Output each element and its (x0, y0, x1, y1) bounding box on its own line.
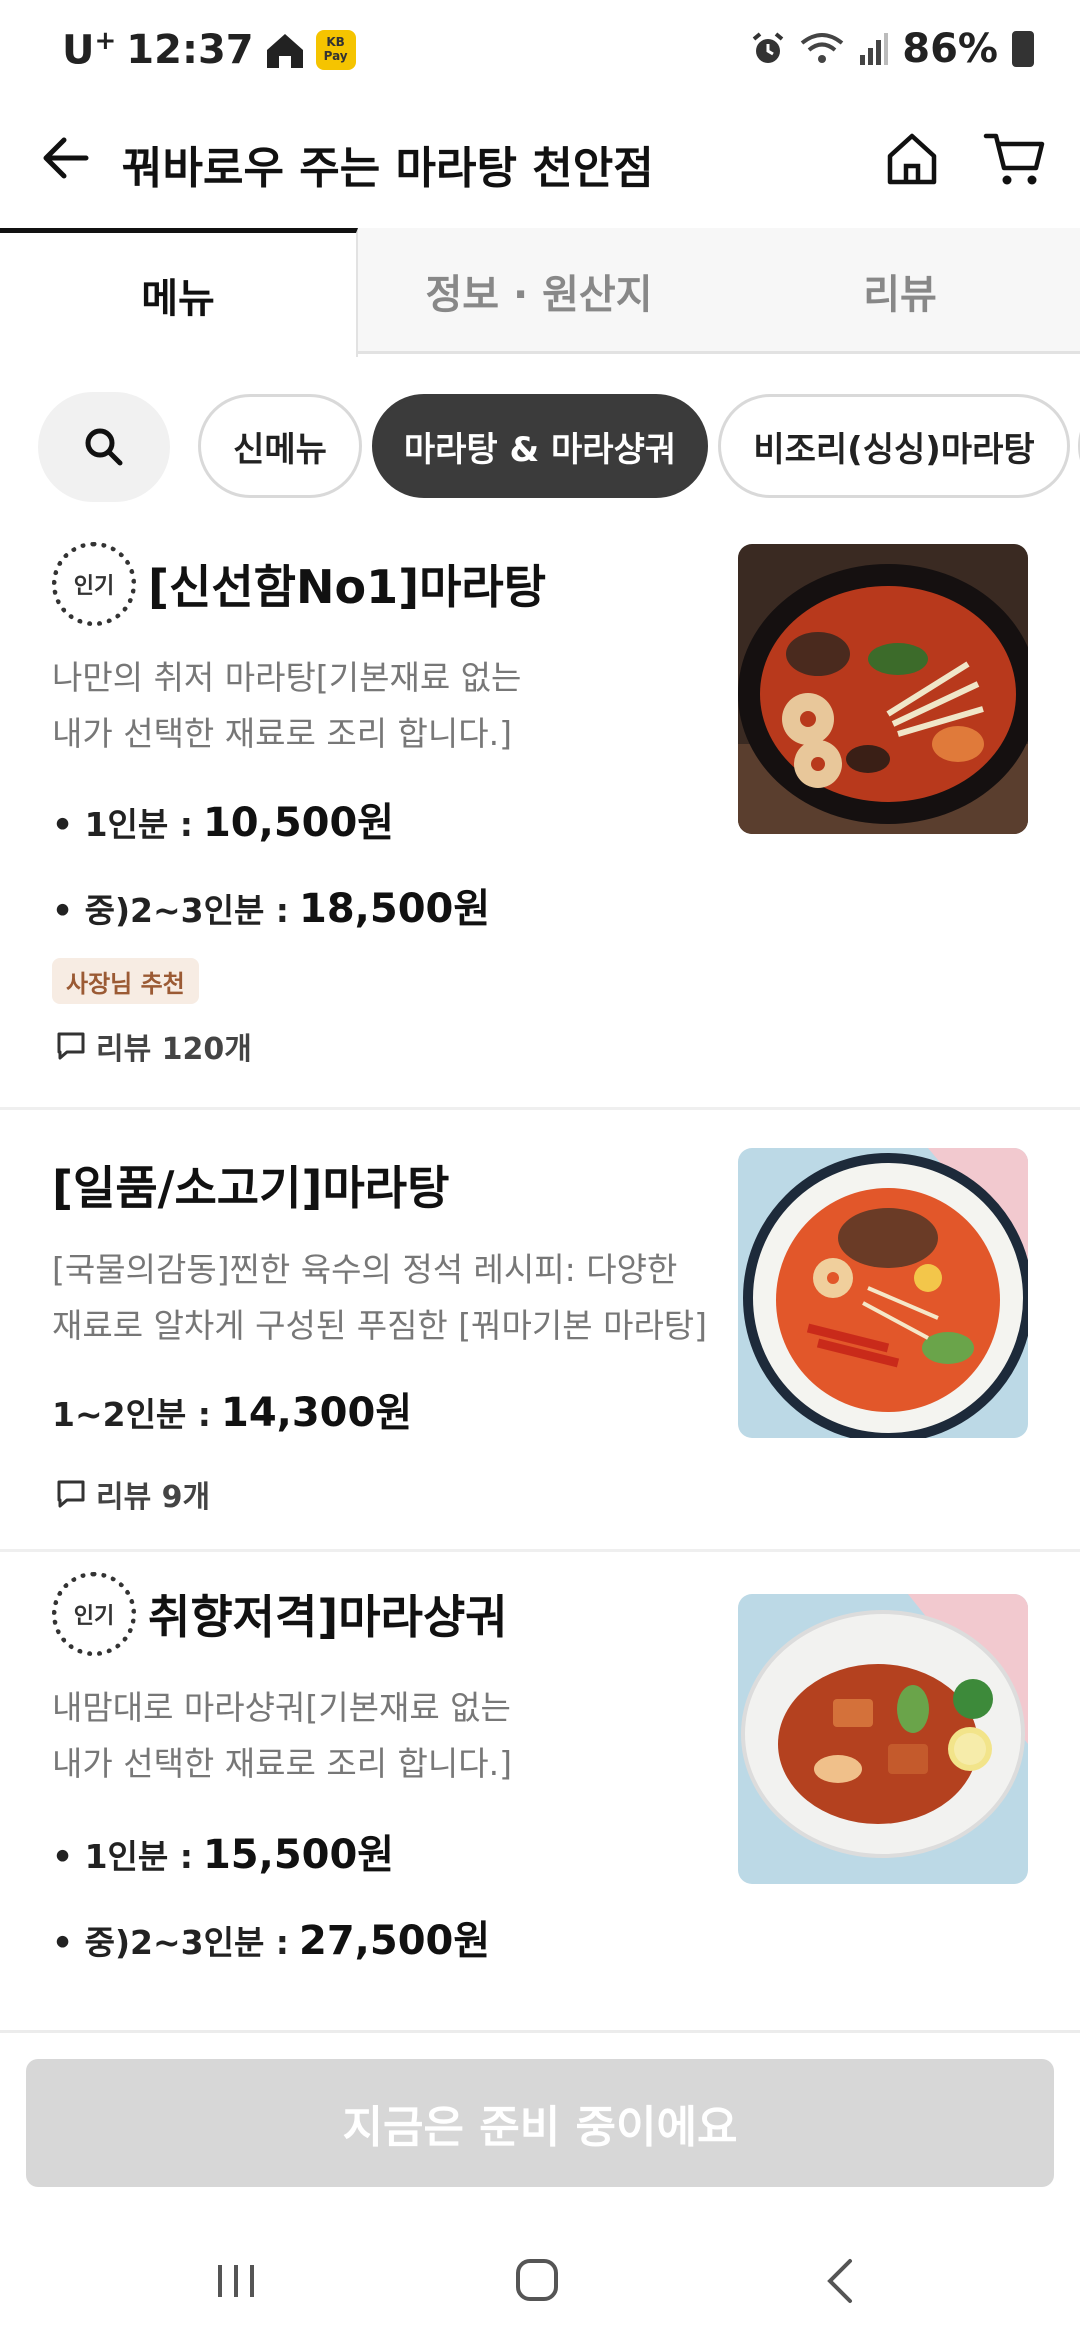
popular-badge: 인기 (52, 542, 136, 626)
tab-reviews[interactable]: 리뷰 (720, 228, 1080, 354)
food-image (738, 1594, 1028, 1884)
owner-recommend-badge: 사장님 추천 (52, 958, 199, 1004)
item-description: 나만의 취저 마라탕[기본재료 없는 내가 선택한 재료로 조리 합니다.] (52, 650, 722, 762)
comment-icon (57, 1032, 85, 1060)
search-button[interactable] (38, 392, 170, 502)
price-label: 1~2인분 : (52, 1395, 211, 1434)
item-description: [국물의감동]찐한 육수의 정석 레시피: 다양한 재료로 알차게 구성된 푸짐… (52, 1242, 722, 1354)
item-title-row: [일품/소고기]마라탕 (52, 1152, 449, 1218)
alarm-icon (752, 32, 784, 63)
item-title-row: 인기 [신선함No1]마라탕 (52, 542, 546, 626)
review-count: 리뷰 120개 (56, 1024, 252, 1068)
item-desc-line: 내가 선택한 재료로 조리 합니다.] (52, 1744, 513, 1783)
status-bar: U+ 12:37 KB Pay 86% (0, 0, 1080, 100)
pay-icon: KB Pay (315, 29, 356, 70)
wifi-icon (801, 33, 844, 63)
price-row: • 중)2~3인분 : 18,500원 (52, 876, 490, 934)
signal-icon (860, 33, 889, 65)
price-label: • 1인분 : (52, 1837, 193, 1876)
comment-icon (57, 1480, 85, 1508)
beef-malatang-photo (738, 1148, 1028, 1438)
search-icon (85, 428, 123, 466)
item-name: [신선함No1]마라탕 (148, 560, 547, 614)
item-title-row: 인기 취향저격]마라샹궈 (52, 1572, 508, 1656)
battery-icon (1012, 31, 1034, 67)
review-count: 리뷰 9개 (56, 1472, 210, 1516)
bottom-area: 지금은 준비 중이에요 (0, 2030, 1080, 2340)
price-value: 15,500원 (202, 1832, 395, 1878)
status-left: U+ 12:37 KB Pay (62, 26, 356, 73)
menu-item[interactable]: 인기 취향저격]마라샹궈 내맘대로 마라샹궈[기본재료 없는 내가 선택한 재료… (0, 1552, 1080, 2032)
item-name: [일품/소고기]마라탕 (52, 1161, 450, 1215)
price-value: 27,500원 (299, 1918, 491, 1964)
carrier-name: U (62, 27, 95, 74)
home-icon[interactable] (882, 128, 942, 188)
category-chips: 신메뉴 마라탕 & 마라샹궈 비조리(싱싱)마라탕 (0, 392, 1080, 502)
system-nav-bar (0, 2243, 1080, 2340)
malaxiangguo-photo (738, 1594, 1028, 1884)
review-text: 리뷰 9개 (96, 1480, 211, 1515)
battery-percent: 86% (902, 26, 998, 72)
page-title: 꿔바로우 주는 마라탕 천안점 (122, 143, 654, 194)
menu-item[interactable]: [일품/소고기]마라탕 [국물의감동]찐한 육수의 정석 레시피: 다양한 재료… (0, 1110, 1080, 1552)
malatang-photo (738, 544, 1028, 834)
price-row: • 중)2~3인분 : 27,500원 (52, 1908, 490, 1966)
app-header: 꿔바로우 주는 마라탕 천안점 (0, 110, 1080, 210)
price-label: • 중)2~3인분 : (52, 891, 290, 930)
price-value: 14,300원 (220, 1390, 413, 1436)
price-value: 10,500원 (202, 800, 395, 846)
tab-bar: 메뉴 정보 · 원산지 리뷰 (0, 228, 1080, 357)
cart-icon[interactable] (982, 128, 1046, 188)
order-button[interactable]: 지금은 준비 중이에요 (26, 2059, 1054, 2187)
item-desc-line: 내가 선택한 재료로 조리 합니다.] (52, 714, 513, 753)
item-desc-line: 내맘대로 마라샹궈[기본재료 없는 (52, 1688, 511, 1727)
nav-recent-icon[interactable] (214, 2259, 258, 2303)
menu-item[interactable]: 인기 [신선함No1]마라탕 나만의 취저 마라탕[기본재료 없는 내가 선택한… (0, 520, 1080, 1110)
back-arrow-icon[interactable] (38, 130, 94, 186)
food-image (738, 1148, 1028, 1438)
carrier: U+ (62, 26, 116, 73)
status-right: 86% (750, 26, 1034, 72)
carrier-sup: + (94, 26, 117, 56)
item-desc-line: [국물의감동]찐한 육수의 정석 레시피: 다양한 (52, 1250, 678, 1289)
price-label: • 중)2~3인분 : (52, 1923, 290, 1962)
item-desc-line: 재료로 알차게 구성된 푸짐한 [꿔마기본 마라탕] (52, 1306, 708, 1345)
price-row: 1~2인분 : 14,300원 (52, 1380, 412, 1438)
chip-malatang[interactable]: 마라탕 & 마라샹궈 (372, 394, 708, 498)
clock: 12:37 (126, 26, 254, 73)
nav-back-icon[interactable] (820, 2257, 860, 2305)
price-label: • 1인분 : (52, 805, 193, 844)
chip-new-menu[interactable]: 신메뉴 (198, 394, 362, 498)
food-image (738, 544, 1028, 834)
price-row: • 1인분 : 15,500원 (52, 1822, 394, 1880)
pay-badge-label: KB Pay (323, 34, 348, 63)
price-value: 18,500원 (299, 886, 491, 932)
item-desc-line: 나만의 취저 마라탕[기본재료 없는 (52, 658, 522, 697)
item-description: 내맘대로 마라샹궈[기본재료 없는 내가 선택한 재료로 조리 합니다.] (52, 1680, 722, 1792)
tab-info[interactable]: 정보 · 원산지 (358, 228, 720, 354)
popular-badge: 인기 (52, 1572, 136, 1656)
tab-menu[interactable]: 메뉴 (0, 228, 358, 357)
item-name: 취향저격]마라샹궈 (148, 1590, 508, 1644)
home-status-icon (266, 33, 303, 68)
review-text: 리뷰 120개 (96, 1032, 252, 1067)
nav-home-icon[interactable] (514, 2257, 560, 2303)
chip-uncooked[interactable]: 비조리(싱싱)마라탕 (718, 394, 1070, 498)
price-row: • 1인분 : 10,500원 (52, 790, 394, 848)
